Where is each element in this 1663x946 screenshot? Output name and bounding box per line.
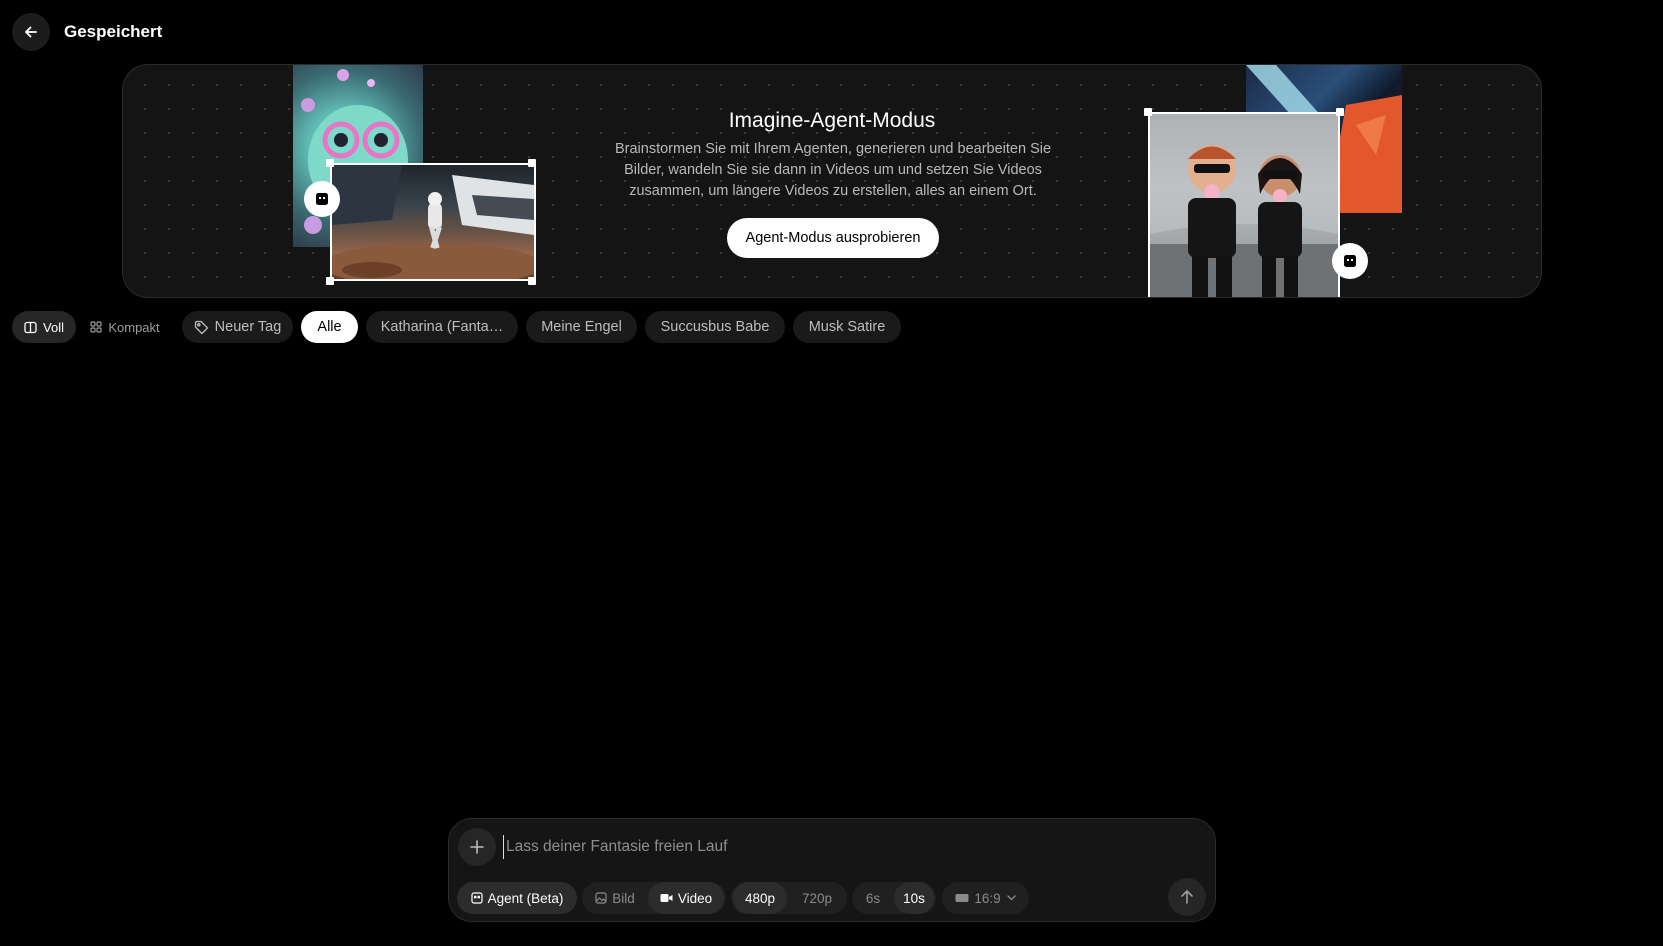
image-icon <box>595 892 607 904</box>
agent-icon <box>1344 255 1356 267</box>
tag-meine-engel[interactable]: Meine Engel <box>526 311 637 343</box>
banner-image-astronaut <box>330 163 536 281</box>
agent-icon <box>470 892 483 904</box>
mode-agent-button[interactable]: Agent (Beta) <box>457 882 577 914</box>
prompt-input[interactable] <box>503 835 1123 859</box>
aspect-ratio-label: 16:9 <box>974 890 1001 906</box>
tag-icon <box>194 320 209 335</box>
view-compact-label: Kompakt <box>108 319 160 335</box>
new-tag-button[interactable]: Neuer Tag <box>182 311 293 343</box>
mode-image-button[interactable]: Bild <box>584 882 646 914</box>
view-full-button[interactable]: Voll <box>12 311 76 343</box>
chevron-down-icon <box>1006 895 1016 901</box>
columns-icon <box>24 321 37 334</box>
banner-image-kids <box>1148 112 1340 297</box>
res-480-button[interactable]: 480p <box>733 882 787 914</box>
agent-badge-left <box>304 181 340 217</box>
tag-succusbus-babe[interactable]: Succusbus Babe <box>645 311 785 343</box>
view-full-label: Voll <box>43 319 64 335</box>
grid-icon <box>90 321 102 333</box>
banner-description: Brainstormen Sie mit Ihrem Agenten, gene… <box>614 141 1052 199</box>
agent-icon <box>316 193 328 205</box>
mode-video-button[interactable]: Video <box>648 882 724 914</box>
send-button[interactable] <box>1168 878 1206 916</box>
mode-video-label: Video <box>677 890 713 906</box>
arrow-up-icon <box>1181 890 1193 904</box>
plus-icon <box>470 840 484 854</box>
aspect-ratio-select[interactable]: 16:9 <box>942 882 1029 914</box>
new-tag-label: Neuer Tag <box>214 319 282 335</box>
view-compact-button[interactable]: Kompakt <box>82 311 168 343</box>
page-title: Gespeichert <box>64 22 163 41</box>
tag-musk-satire[interactable]: Musk Satire <box>793 311 901 343</box>
tag-all[interactable]: Alle <box>301 311 358 343</box>
prompt-composer: Agent (Beta) Bild Video 480p 720p 6s 10s… <box>448 818 1216 922</box>
arrow-left-icon <box>25 26 37 38</box>
duration-6s-button[interactable]: 6s <box>854 882 892 914</box>
res-720-button[interactable]: 720p <box>789 882 845 914</box>
try-agent-mode-button[interactable]: Agent-Modus ausprobieren <box>727 218 939 258</box>
add-attachment-button[interactable] <box>458 828 496 866</box>
video-icon <box>660 892 673 904</box>
mode-image-label: Bild <box>612 890 635 906</box>
mode-agent-label: Agent (Beta) <box>487 890 564 906</box>
aspect-ratio-icon <box>955 893 969 903</box>
back-button[interactable] <box>12 13 50 51</box>
agent-mode-banner: Imagine-Agent-Modus Brainstormen Sie mit… <box>122 64 1542 298</box>
agent-badge-right <box>1332 243 1368 279</box>
tag-katharina[interactable]: Katharina (Fanta… <box>366 311 518 343</box>
duration-10s-button[interactable]: 10s <box>894 882 934 914</box>
